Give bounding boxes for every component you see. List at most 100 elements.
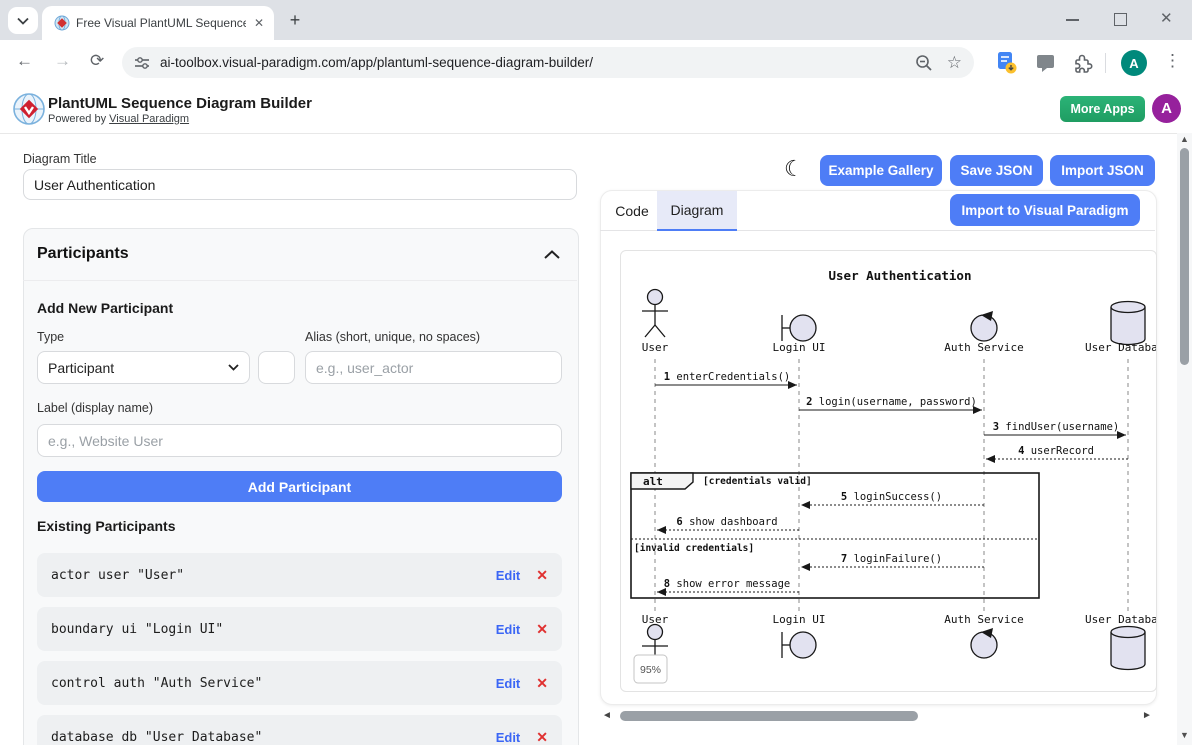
add-participant-button[interactable]: Add Participant — [37, 471, 562, 502]
svg-text:Auth Service: Auth Service — [944, 613, 1023, 626]
site-favicon-icon — [54, 15, 70, 31]
svg-text:5 loginSuccess(): 5 loginSuccess() — [841, 491, 942, 503]
svg-text:Auth Service: Auth Service — [944, 341, 1023, 354]
svg-text:8 show error message: 8 show error message — [664, 578, 790, 590]
browser-tab[interactable]: Free Visual PlantUML Sequence ✕ — [42, 6, 274, 40]
example-gallery-button[interactable]: Example Gallery — [820, 155, 942, 186]
maximize-button[interactable] — [1114, 13, 1127, 26]
participant-row: actor user "User"Edit ✕ — [37, 553, 562, 597]
bookmark-star-icon[interactable]: ☆ — [947, 53, 962, 73]
browser-window: Free Visual PlantUML Sequence ✕ + ✕ ← → … — [0, 0, 1192, 745]
participant-row: control auth "Auth Service"Edit ✕ — [37, 661, 562, 705]
dark-mode-moon-icon[interactable]: ☾ — [784, 156, 804, 182]
import-to-vp-button[interactable]: Import to Visual Paradigm — [950, 194, 1140, 226]
visual-paradigm-link[interactable]: Visual Paradigm — [109, 113, 189, 125]
back-button[interactable]: ← — [16, 51, 33, 71]
browser-menu-icon[interactable]: ⋮ — [1164, 51, 1181, 71]
existing-participants-heading: Existing Participants — [37, 518, 175, 534]
reload-button[interactable]: ⟳ — [90, 51, 104, 71]
delete-participant-button[interactable]: ✕ — [536, 729, 548, 745]
participant-row: database db "User Database"Edit ✕ — [37, 715, 562, 745]
participant-code: database db "User Database" — [51, 730, 496, 745]
participant-row: boundary ui "Login UI"Edit ✕ — [37, 607, 562, 651]
powered-by-prefix: Powered by — [48, 113, 106, 125]
tab-search-button[interactable] — [8, 7, 38, 34]
svg-text:3 findUser(username): 3 findUser(username) — [993, 421, 1119, 433]
participants-title: Participants — [37, 245, 129, 263]
svg-text:2 login(username, password): 2 login(username, password) — [806, 396, 977, 408]
vscroll-up-arrow[interactable]: ▲ — [1180, 134, 1189, 144]
svg-text:User Database: User Database — [1085, 613, 1156, 626]
svg-text:95%: 95% — [640, 664, 661, 676]
minimize-button[interactable] — [1066, 19, 1079, 21]
new-tab-button[interactable]: + — [284, 9, 306, 31]
translate-download-icon[interactable] — [996, 51, 1018, 75]
collapse-chevron-icon[interactable] — [544, 250, 560, 259]
hscroll-thumb[interactable] — [620, 711, 918, 721]
participant-code: control auth "Auth Service" — [51, 676, 496, 691]
import-json-button[interactable]: Import JSON — [1050, 155, 1155, 186]
app-title: PlantUML Sequence Diagram Builder — [48, 95, 312, 112]
delete-participant-button[interactable]: ✕ — [536, 621, 548, 638]
type-label: Type — [37, 330, 64, 344]
participant-list: actor user "User"Edit✕boundary ui "Login… — [37, 553, 562, 745]
svg-text:Login UI: Login UI — [773, 613, 826, 626]
zoom-out-icon[interactable] — [915, 54, 933, 72]
svg-text:User Database: User Database — [1085, 341, 1156, 354]
tab-close-icon[interactable]: ✕ — [252, 16, 266, 30]
type-icon-box — [258, 351, 295, 384]
close-window-button[interactable]: ✕ — [1160, 9, 1173, 27]
forward-button[interactable]: → — [54, 51, 71, 71]
tab-code[interactable]: Code — [608, 191, 656, 231]
chevron-down-icon — [228, 364, 239, 371]
toolbar-separator — [1105, 53, 1106, 73]
delete-participant-button[interactable]: ✕ — [536, 567, 548, 584]
diagram-title-label: Diagram Title — [23, 152, 97, 166]
svg-text:User: User — [642, 613, 669, 626]
participant-code: actor user "User" — [51, 568, 496, 583]
tab-diagram[interactable]: Diagram — [657, 191, 737, 231]
edit-participant-button[interactable]: Edit — [496, 676, 521, 691]
more-apps-button[interactable]: More Apps — [1060, 96, 1145, 122]
svg-text:[invalid credentials]: [invalid credentials] — [634, 543, 754, 554]
add-new-participant-heading: Add New Participant — [37, 300, 173, 316]
svg-text:4 userRecord: 4 userRecord — [1018, 445, 1094, 457]
svg-text:User: User — [642, 341, 669, 354]
chat-bubble-icon[interactable] — [1036, 54, 1056, 73]
edit-participant-button[interactable]: Edit — [496, 622, 521, 637]
display-name-input[interactable] — [37, 424, 562, 457]
vscroll-down-arrow[interactable]: ▼ — [1180, 730, 1189, 740]
address-bar[interactable]: ai-toolbox.visual-paradigm.com/app/plant… — [122, 47, 974, 78]
visual-paradigm-logo — [12, 92, 46, 126]
alias-input[interactable] — [305, 351, 562, 384]
delete-participant-button[interactable]: ✕ — [536, 675, 548, 692]
alias-label: Alias (short, unique, no spaces) — [305, 330, 480, 344]
browser-profile-avatar[interactable]: A — [1121, 50, 1147, 76]
type-select[interactable]: Participant — [37, 351, 250, 384]
edit-participant-button[interactable]: Edit — [496, 730, 521, 745]
display-name-label: Label (display name) — [37, 401, 153, 415]
extensions-puzzle-icon[interactable] — [1072, 52, 1093, 73]
svg-text:alt: alt — [643, 475, 663, 488]
svg-text:6 show dashboard: 6 show dashboard — [676, 516, 777, 528]
sequence-diagram-canvas[interactable]: User Authentication User User Login UI Login… — [620, 250, 1157, 692]
app-user-avatar[interactable]: A — [1152, 94, 1181, 123]
diagram-title-input[interactable] — [23, 169, 577, 200]
type-select-value: Participant — [48, 360, 114, 376]
svg-text:User Authentication: User Authentication — [829, 268, 972, 283]
svg-text:[credentials valid]: [credentials valid] — [703, 476, 812, 487]
edit-participant-button[interactable]: Edit — [496, 568, 521, 583]
save-json-button[interactable]: Save JSON — [950, 155, 1043, 186]
hscroll-right-arrow[interactable]: ► — [1142, 710, 1152, 721]
tune-icon — [134, 56, 150, 70]
tab-title: Free Visual PlantUML Sequence — [76, 16, 246, 30]
vscroll-thumb[interactable] — [1180, 148, 1189, 365]
hscroll-left-arrow[interactable]: ◄ — [602, 710, 612, 721]
sequence-diagram: User Authentication User User Login UI Login… — [621, 251, 1156, 691]
url-text: ai-toolbox.visual-paradigm.com/app/plant… — [160, 55, 915, 70]
svg-text:1 enterCredentials(): 1 enterCredentials() — [664, 371, 790, 383]
powered-by: Powered by Visual Paradigm — [48, 113, 189, 125]
svg-text:7 loginFailure(): 7 loginFailure() — [841, 553, 942, 565]
participant-code: boundary ui "Login UI" — [51, 622, 496, 637]
svg-text:Login UI: Login UI — [773, 341, 826, 354]
